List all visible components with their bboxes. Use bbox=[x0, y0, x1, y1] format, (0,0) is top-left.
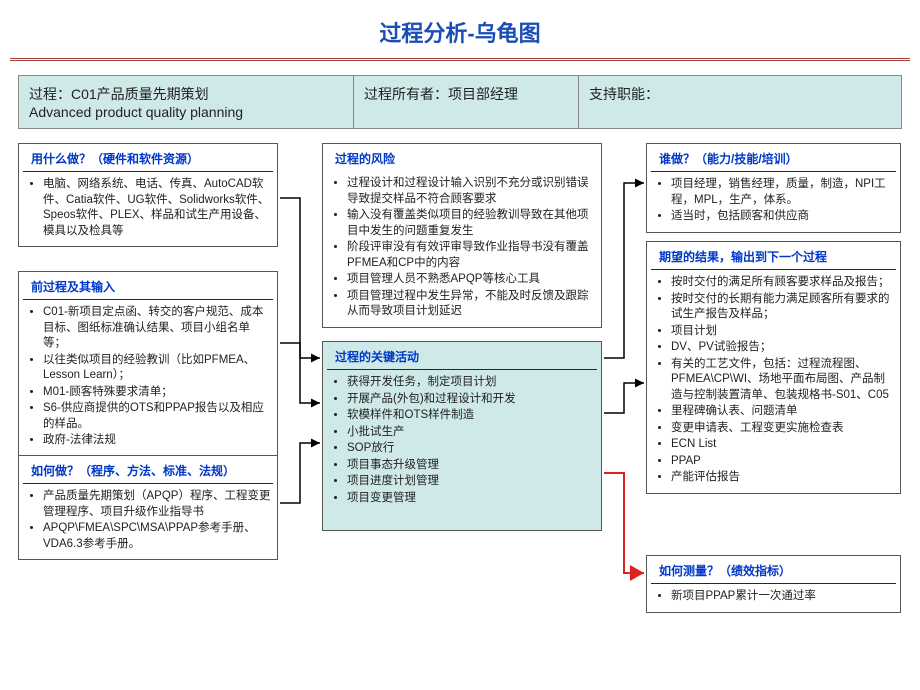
title-divider bbox=[10, 58, 910, 61]
arrows bbox=[18, 143, 903, 663]
header-process: 过程：C01产品质量先期策划 Advanced product quality … bbox=[19, 76, 354, 128]
header-process-cn: 过程：C01产品质量先期策划 bbox=[29, 84, 343, 104]
header-support: 支持职能： bbox=[579, 76, 901, 128]
header-owner: 过程所有者：项目部经理 bbox=[354, 76, 579, 128]
diagram-canvas: 用什么做？（硬件和软件资源） 电脑、网络系统、电话、传真、AutoCAD软件、C… bbox=[18, 143, 902, 663]
header-table: 过程：C01产品质量先期策划 Advanced product quality … bbox=[18, 75, 902, 129]
header-process-en: Advanced product quality planning bbox=[29, 104, 343, 120]
page-title: 过程分析-乌龟图 bbox=[0, 0, 920, 58]
